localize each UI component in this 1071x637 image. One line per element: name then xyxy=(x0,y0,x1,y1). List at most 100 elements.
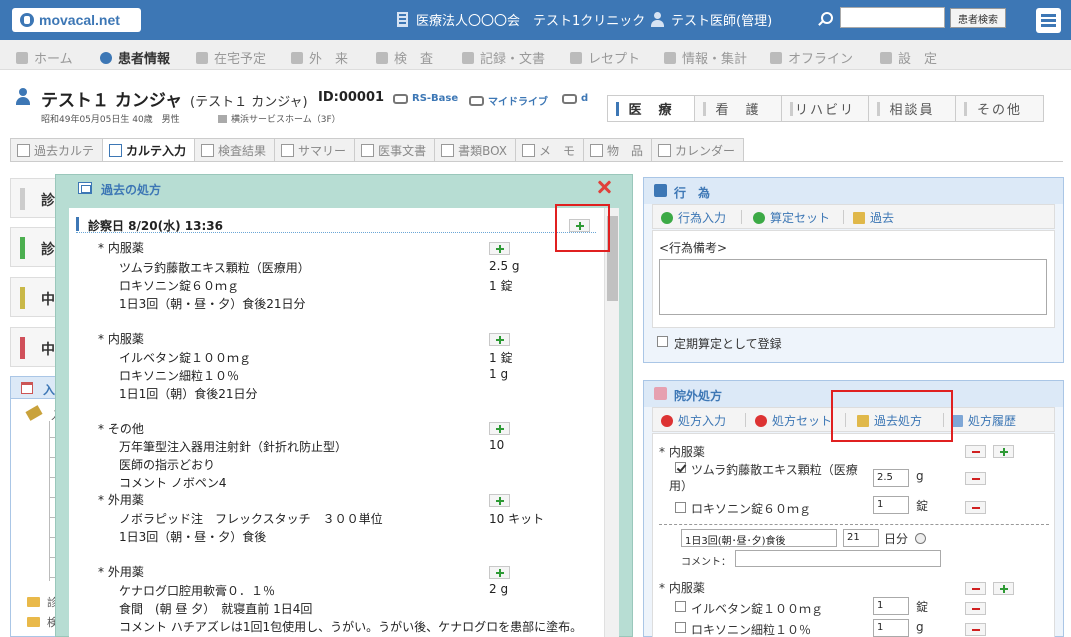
remove-drug-button[interactable] xyxy=(965,623,986,636)
tag-icon xyxy=(654,387,667,400)
movacal-logo[interactable]: movacal.net xyxy=(12,8,141,32)
drug-checkbox[interactable] xyxy=(675,502,686,513)
drug-qty: 2 g xyxy=(489,582,509,596)
category-label: * 内服薬 xyxy=(659,581,705,595)
drug-unit: g xyxy=(916,469,924,483)
dept-tab-medical[interactable]: 医 療 xyxy=(608,96,695,121)
bar-chart-icon xyxy=(201,143,215,157)
nav-home[interactable]: ホーム xyxy=(16,48,73,67)
nav-exam[interactable]: 検 査 xyxy=(376,48,433,67)
calc-set-button[interactable]: 算定セット xyxy=(753,209,830,226)
hamburger-menu-button[interactable] xyxy=(1036,8,1061,33)
box-icon xyxy=(441,143,455,157)
patient-search-button[interactable]: 患者検索 xyxy=(950,8,1006,28)
prescription-history-button[interactable]: 処方履歴 xyxy=(951,412,1016,429)
usage-input[interactable]: 1日3回(朝･昼･夕)食後 xyxy=(681,529,837,547)
regular-calc-checkbox[interactable] xyxy=(657,336,668,347)
remove-group-button[interactable] xyxy=(965,582,986,595)
drug-qty: 10 キット xyxy=(489,512,545,526)
plus-circle-icon xyxy=(661,211,673,224)
regular-calc-label: 定期算定として登録 xyxy=(674,337,782,351)
subtab-doc-box[interactable]: 書類BOX xyxy=(434,138,516,161)
nav-outpatient[interactable]: 外 来 xyxy=(291,48,348,67)
drug-name: ロキソニン錠６０ｍｇ xyxy=(691,502,812,516)
category-label: * その他 xyxy=(98,422,144,436)
drug-name: ロキソニン錠６０ｍｇ xyxy=(119,279,240,293)
days-input[interactable]: 21 xyxy=(843,529,879,547)
nav-home-visit[interactable]: 在宅予定 xyxy=(196,48,266,67)
subtab-summary[interactable]: サマリー xyxy=(274,138,356,161)
nav-records[interactable]: 記録・文書 xyxy=(462,48,545,67)
add-drug-button[interactable] xyxy=(993,582,1014,595)
usage-picker-icon[interactable] xyxy=(915,533,926,544)
subtab-calendar[interactable]: カレンダー xyxy=(651,138,745,161)
user-info[interactable]: テスト医師(管理) xyxy=(650,10,772,29)
nav-patient-info[interactable]: 患者情報 xyxy=(100,48,170,67)
add-group-button[interactable] xyxy=(489,333,510,346)
drug-qty: 1 錠 xyxy=(489,351,513,365)
procedure-past-button[interactable]: 過去 xyxy=(853,209,894,226)
add-group-button[interactable] xyxy=(489,422,510,435)
add-group-button[interactable] xyxy=(489,494,510,507)
calendar-icon xyxy=(658,143,672,157)
drug-qty-input[interactable]: 2.5 xyxy=(873,469,909,487)
dept-tab-other[interactable]: その他 xyxy=(956,96,1043,121)
procedure-panel: 行 為 行為入力 算定セット 過去 <行為備考> 定期算定として登録 xyxy=(643,177,1064,363)
drug-qty: 2.5 g xyxy=(489,259,520,273)
link-d[interactable]: d xyxy=(562,93,588,104)
add-group-button[interactable] xyxy=(489,566,510,579)
comment-text: コメント ハチアズレは1回1包使用し、うがい。うがい後、ケナログロを患部に塗布。 xyxy=(119,620,583,634)
nav-receipt[interactable]: レセプト xyxy=(570,48,640,67)
modal-header[interactable]: 過去の処方 xyxy=(56,175,632,201)
chart-icon xyxy=(17,143,30,157)
drug-checkbox[interactable] xyxy=(675,601,686,612)
usage-text: 1日3回（朝・昼・夕）食後 xyxy=(119,530,267,544)
pdf-icon xyxy=(361,143,375,157)
drug-unit: g xyxy=(916,620,924,634)
prescription-editor: * 内服薬 ツムラ釣藤散エキス顆粒（医療 用） 2.5 g ロキソニン錠６０ｍｇ… xyxy=(652,433,1055,637)
subtab-past-chart[interactable]: 過去カルテ xyxy=(10,138,104,161)
procedure-icon xyxy=(654,184,667,197)
subtab-medical-docs[interactable]: 医事文書 xyxy=(354,138,436,161)
remove-drug-button[interactable] xyxy=(965,501,986,514)
subtab-divider xyxy=(10,161,1063,162)
procedure-toolbar: 行為入力 算定セット 過去 xyxy=(652,204,1055,229)
nav-stats[interactable]: 情報・集計 xyxy=(664,48,747,67)
drug-checkbox[interactable] xyxy=(675,622,686,633)
drug-checkbox[interactable] xyxy=(675,462,686,473)
close-icon[interactable] xyxy=(596,179,612,195)
drug-qty-input[interactable]: 1 xyxy=(873,597,909,615)
drug-name: ツムラ釣藤散エキス顆粒（医療 xyxy=(691,463,858,477)
subtab-chart-input[interactable]: カルテ入力 xyxy=(102,138,196,162)
prescription-set-button[interactable]: 処方セット xyxy=(755,412,832,429)
subtab-memo[interactable]: メ モ xyxy=(515,138,585,161)
modal-scrollbar[interactable] xyxy=(604,208,619,637)
add-group-button[interactable] xyxy=(489,242,510,255)
drug-qty-input[interactable]: 1 xyxy=(873,619,909,637)
building-icon xyxy=(397,12,408,27)
link-rs-base[interactable]: RS-Base xyxy=(393,93,458,104)
subtab-goods[interactable]: 物 品 xyxy=(583,138,653,161)
remove-group-button[interactable] xyxy=(965,445,986,458)
wand-icon xyxy=(25,405,43,421)
remove-drug-button[interactable] xyxy=(965,602,986,615)
drug-qty-input[interactable]: 1 xyxy=(873,496,909,514)
dept-tab-counselor[interactable]: 相談員 xyxy=(869,96,956,121)
subtab-test-results[interactable]: 検査結果 xyxy=(194,138,276,161)
dept-tab-nursing[interactable]: 看 護 xyxy=(695,96,782,121)
prescription-input-button[interactable]: 処方入力 xyxy=(661,412,726,429)
nav-offline[interactable]: オフライン xyxy=(770,48,853,67)
procedure-memo-textarea[interactable] xyxy=(659,259,1047,315)
comment-input[interactable] xyxy=(735,550,941,567)
drive-icon xyxy=(562,93,577,104)
patient-search-input[interactable] xyxy=(840,7,945,28)
procedure-input-button[interactable]: 行為入力 xyxy=(661,209,726,226)
clock-icon xyxy=(196,51,208,64)
summary-icon xyxy=(281,143,295,157)
link-my-drive[interactable]: マイドライブ xyxy=(469,93,548,108)
nav-settings[interactable]: 設 定 xyxy=(880,48,937,67)
remove-drug-button[interactable] xyxy=(965,472,986,485)
user-name[interactable]: テスト医師(管理) xyxy=(671,10,772,29)
dept-tab-rehab[interactable]: リハビリ xyxy=(782,96,869,121)
add-drug-button[interactable] xyxy=(993,445,1014,458)
